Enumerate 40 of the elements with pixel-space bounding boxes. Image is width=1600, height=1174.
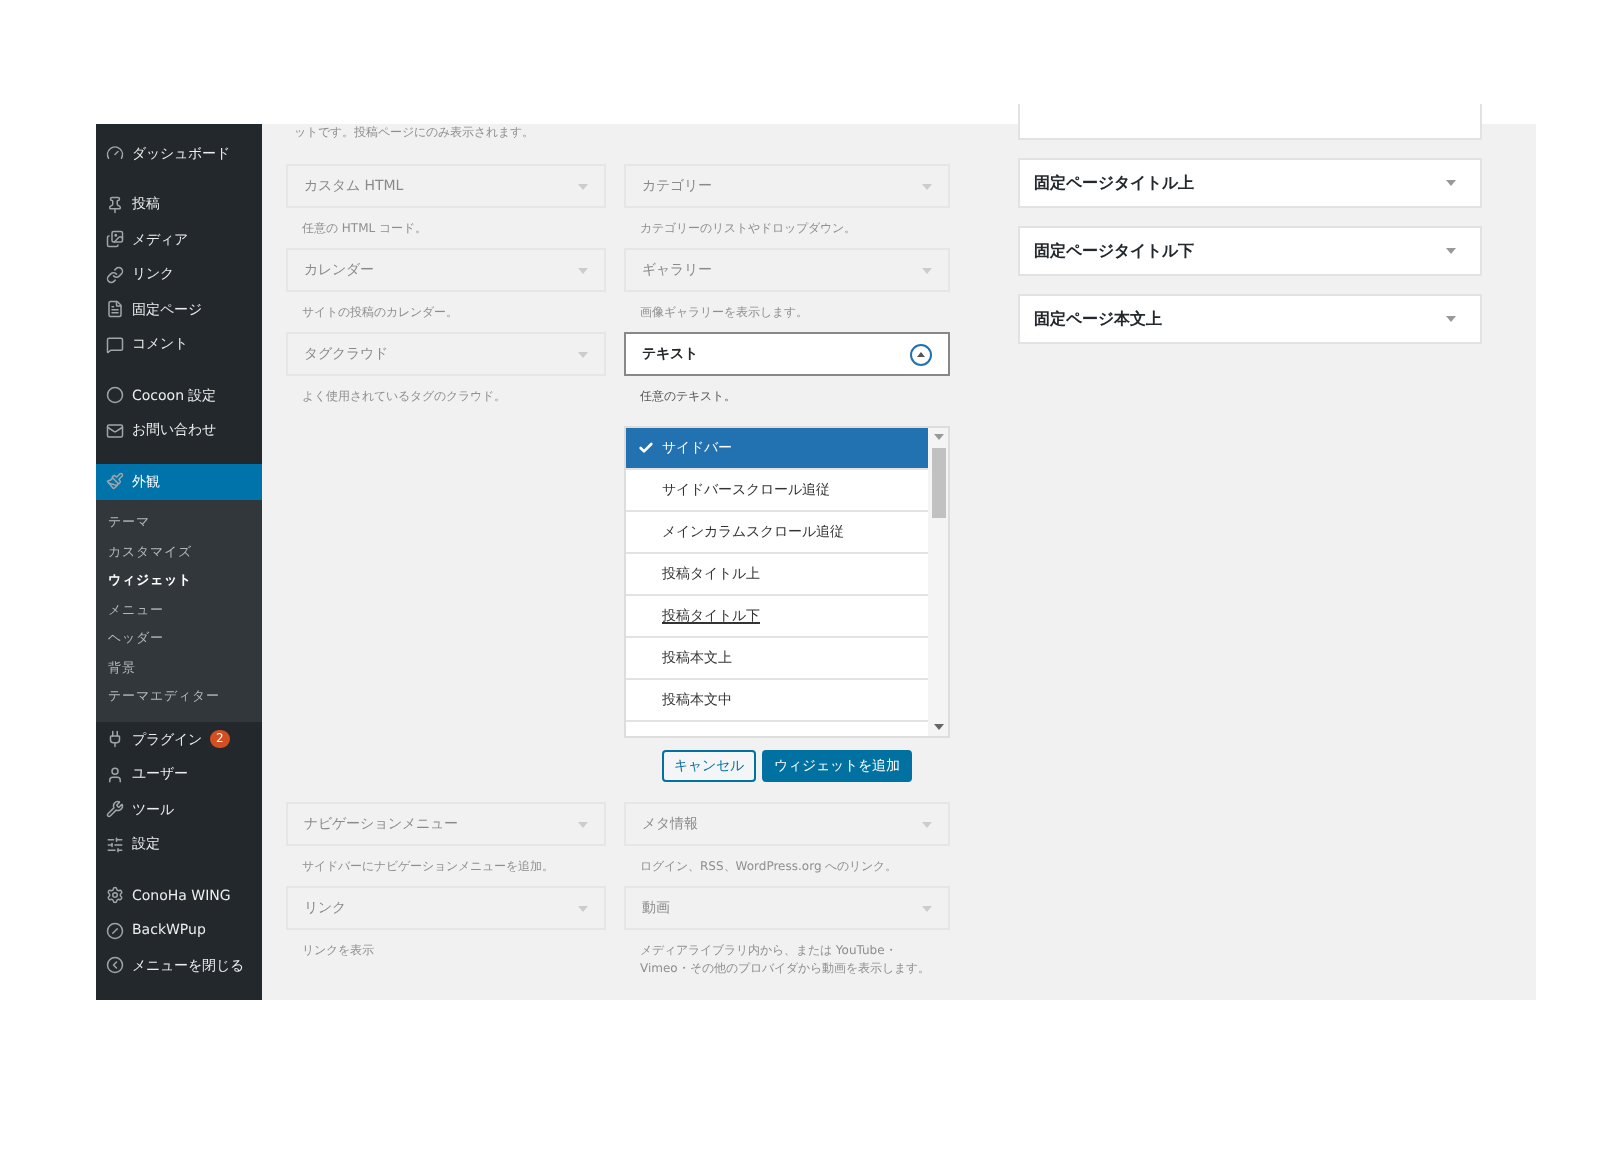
page-icon	[106, 300, 124, 319]
widget-area-header[interactable]: 固定ページタイトル下	[1018, 226, 1482, 276]
caret-icon	[578, 183, 588, 189]
sliders-icon	[106, 835, 124, 854]
check-icon	[638, 440, 654, 456]
pin-icon	[106, 195, 124, 214]
caret-icon	[933, 434, 943, 440]
mail-icon	[106, 421, 124, 440]
images-icon	[106, 230, 124, 249]
slash-circle-icon	[106, 921, 124, 940]
scrollbar[interactable]	[928, 428, 948, 736]
caret-icon	[578, 267, 588, 273]
link-icon	[106, 265, 124, 284]
caret-icon	[922, 183, 932, 189]
caret-icon	[1446, 180, 1456, 186]
caret-icon	[922, 821, 932, 827]
caret-icon	[578, 821, 588, 827]
gauge-icon	[106, 144, 124, 163]
wrench-icon	[106, 800, 124, 819]
caret-icon	[1446, 316, 1456, 322]
caret-icon	[922, 267, 932, 273]
scrollbar-thumb[interactable]	[931, 448, 945, 518]
paintbrush-icon	[106, 472, 124, 491]
caret-icon	[1446, 248, 1456, 254]
caret-icon	[578, 351, 588, 357]
user-icon	[106, 765, 124, 784]
gear-icon	[106, 886, 124, 905]
widget-area-title: 固定ページ本文上	[1034, 308, 1162, 330]
caret-icon	[922, 905, 932, 911]
comment-icon	[106, 335, 124, 354]
widget-area-title: 固定ページタイトル下	[1034, 240, 1194, 262]
caret-icon	[933, 724, 943, 730]
plug-icon	[106, 730, 124, 749]
widget-area-title: 固定ページタイトル上	[1034, 172, 1194, 194]
chevron-circle-icon	[106, 956, 124, 975]
caret-icon	[578, 905, 588, 911]
circle-icon	[106, 386, 124, 405]
widget-area-header[interactable]: 固定ページ本文上	[1018, 294, 1482, 344]
widget-area-header[interactable]: 固定ページタイトル上	[1018, 158, 1482, 208]
collapse-icon[interactable]	[910, 343, 932, 365]
